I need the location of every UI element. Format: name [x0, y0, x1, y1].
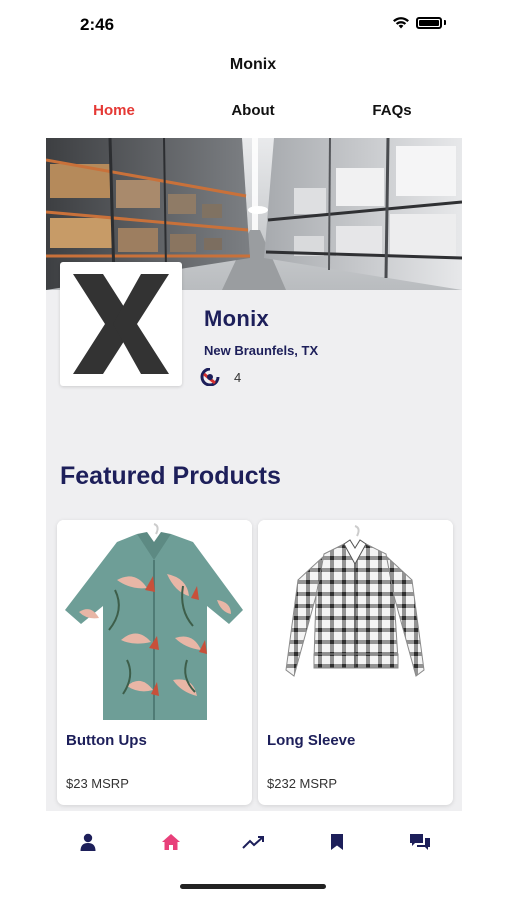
- nav-profile[interactable]: [73, 828, 103, 856]
- status-time: 2:46: [80, 15, 115, 34]
- app-title: Monix: [229, 56, 277, 73]
- status-bar: 2:46: [0, 0, 506, 48]
- nav-home[interactable]: [156, 828, 186, 856]
- nav-messages[interactable]: [405, 828, 435, 856]
- wifi-icon: [393, 17, 409, 29]
- store-logo: [60, 262, 182, 386]
- product-image-plaid-shirt: [258, 520, 453, 720]
- bottom-nav: [46, 822, 462, 862]
- chat-icon: [410, 834, 430, 850]
- product-name: Long Sleeve: [267, 732, 356, 749]
- battery-tip: [444, 20, 446, 25]
- product-name: Button Ups: [66, 732, 147, 749]
- home-icon: [162, 834, 180, 850]
- tab-home[interactable]: Home: [93, 102, 135, 119]
- trending-icon: [242, 836, 264, 849]
- rating-row: 4: [200, 368, 241, 386]
- tab-faqs[interactable]: FAQs: [372, 102, 411, 119]
- nav-trending[interactable]: [239, 828, 269, 856]
- product-price: $232 MSRP: [267, 776, 338, 791]
- nav-bookmarks[interactable]: [322, 828, 352, 856]
- battery-icon: [416, 16, 442, 29]
- bookmark-icon: [331, 834, 343, 850]
- store-location: New Braunfels, TX: [204, 343, 319, 358]
- featured-products-title: Featured Products: [60, 462, 281, 490]
- top-tabs: Home About FAQs: [46, 102, 462, 124]
- tab-about[interactable]: About: [231, 102, 274, 119]
- home-indicator[interactable]: [180, 884, 326, 889]
- product-card[interactable]: Long Sleeve $232 MSRP: [258, 520, 453, 805]
- product-card[interactable]: Button Ups $23 MSRP: [57, 520, 252, 805]
- rating-count: 4: [234, 369, 242, 385]
- product-price: $23 MSRP: [66, 776, 129, 791]
- profile-icon: [80, 833, 96, 851]
- status-icons: [392, 16, 446, 29]
- badge-icon: [200, 368, 220, 386]
- store-content[interactable]: Monix New Braunfels, TX 4 Featured Produ…: [46, 138, 462, 811]
- store-name: Monix: [204, 306, 270, 331]
- product-image-hawaiian-shirt: [57, 520, 252, 720]
